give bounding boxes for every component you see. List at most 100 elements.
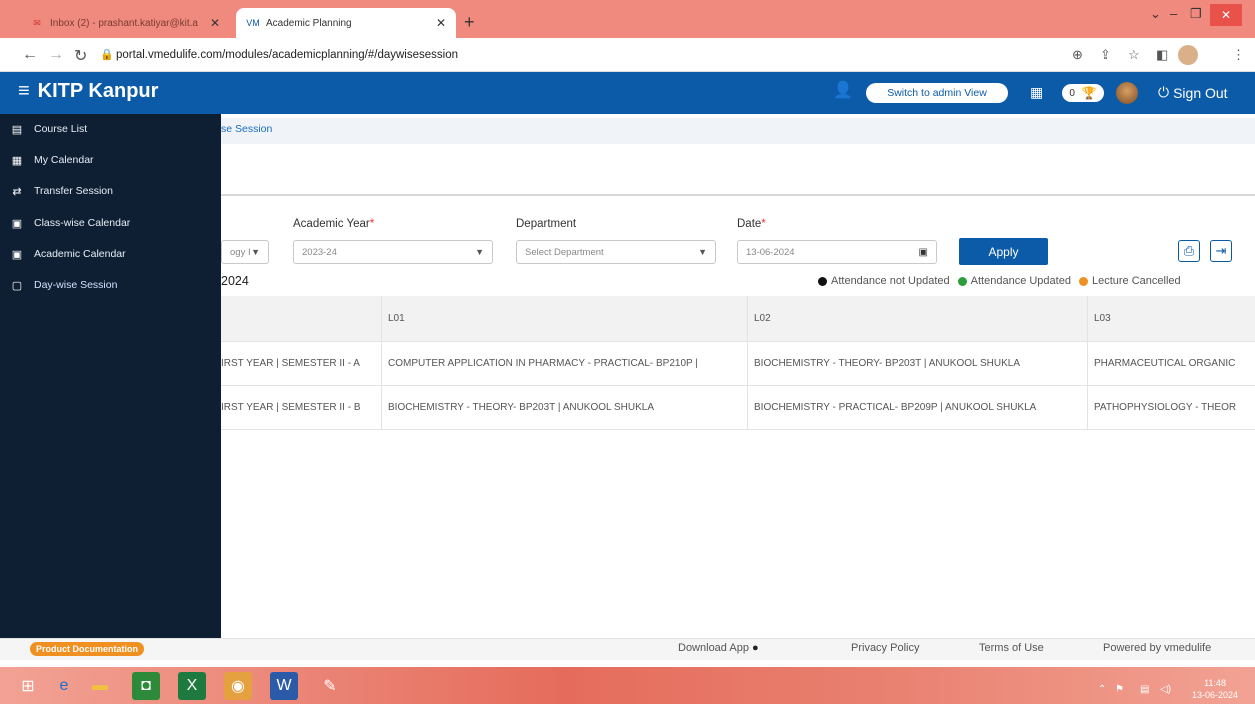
sidebar-item-academic-calendar[interactable]: ▣ Academic Calendar: [10, 243, 126, 265]
sign-out-label: Sign Out: [1173, 84, 1228, 101]
session-cell[interactable]: COMPUTER APPLICATION IN PHARMACY - PRACT…: [381, 342, 747, 385]
download-app-link[interactable]: Download App ●: [678, 642, 759, 654]
power-icon: ⏻: [1158, 84, 1170, 100]
internet-explorer-icon[interactable]: e: [50, 672, 78, 700]
class-cell: IRST YEAR | SEMESTER II - A: [221, 358, 360, 369]
date-heading: 2024: [221, 274, 249, 288]
minimize-button[interactable]: –: [1170, 6, 1177, 21]
tray-arrow-icon[interactable]: ⌃: [1098, 684, 1106, 695]
sign-out-button[interactable]: ⏻ Sign Out: [1158, 84, 1228, 101]
tab-inbox[interactable]: ✉ Inbox (2) - prashant.katiyar@kit.a ✕: [20, 8, 230, 38]
transfer-icon: ⇄: [12, 185, 22, 198]
calendar-icon: ▣: [11, 217, 23, 230]
sidebar-item-my-calendar[interactable]: ▦ My Calendar: [10, 149, 94, 171]
sidebar-item-label: Day-wise Session: [34, 279, 118, 291]
window-close-button[interactable]: ✕: [1210, 4, 1242, 26]
brand: ≡ KITP Kanpur: [18, 80, 158, 103]
tab-title: Academic Planning: [266, 17, 352, 29]
product-documentation-button[interactable]: Product Documentation: [30, 642, 145, 656]
date-input[interactable]: 13-06-2024 ▣: [737, 240, 937, 264]
back-icon[interactable]: ←: [22, 46, 38, 64]
powered-by-text[interactable]: Powered by vmedulife: [1103, 642, 1211, 654]
legend-updated: Attendance Updated: [970, 275, 1071, 287]
word-icon[interactable]: W: [270, 672, 298, 700]
restore-button[interactable]: ❐: [1190, 6, 1202, 22]
table-row: IRST YEAR | SEMESTER II - B BIOCHEMISTRY…: [221, 386, 1255, 430]
sidebar-item-day-wise-session[interactable]: ▢ Day-wise Session: [10, 274, 118, 296]
clock-time: 11:48: [1204, 678, 1226, 688]
print-icon[interactable]: ⎙: [1178, 240, 1200, 262]
column-header: L02: [747, 296, 1087, 341]
close-icon[interactable]: ✕: [436, 16, 446, 30]
trophy-count: 0: [1069, 87, 1075, 99]
chevron-down-icon: ▼: [251, 247, 260, 257]
sidebar-item-transfer-session[interactable]: ⇄ Transfer Session: [10, 180, 113, 202]
reload-icon[interactable]: ↻: [74, 46, 87, 66]
session-cell[interactable]: PHARMACEUTICAL ORGANIC: [1087, 342, 1255, 385]
department-label: Department: [516, 218, 577, 230]
file-explorer-icon[interactable]: ▬: [86, 672, 114, 700]
chevron-down-icon[interactable]: ⌄: [1150, 6, 1161, 22]
privacy-policy-link[interactable]: Privacy Policy: [851, 642, 919, 654]
paint-icon[interactable]: ✎: [316, 672, 344, 700]
sidebar-item-label: Academic Calendar: [34, 248, 126, 260]
session-cell[interactable]: BIOCHEMISTRY - PRACTICAL- BP209P | ANUKO…: [747, 386, 1087, 429]
sidebar-item-class-wise-calendar[interactable]: ▣ Class-wise Calendar: [10, 212, 131, 234]
windows-start-icon[interactable]: ⊞: [14, 672, 42, 700]
excel-icon[interactable]: X: [178, 672, 206, 700]
sidebar-item-label: Class-wise Calendar: [34, 217, 131, 229]
android-icon[interactable]: ●: [752, 642, 759, 654]
network-icon[interactable]: ▤: [1140, 684, 1149, 695]
terms-of-use-link[interactable]: Terms of Use: [979, 642, 1044, 654]
share-icon[interactable]: ⇪: [1100, 47, 1111, 63]
session-cell[interactable]: PATHOPHYSIOLOGY - THEOR: [1087, 386, 1255, 429]
profile-avatar[interactable]: [1178, 45, 1198, 65]
legend-dot-updated: [957, 276, 967, 286]
calendar-icon: ▦: [11, 154, 23, 167]
clock-date: 13-06-2024: [1192, 690, 1239, 700]
close-icon[interactable]: ✕: [210, 16, 220, 30]
export-icon[interactable]: ⇥: [1210, 240, 1232, 262]
tab-academic-planning[interactable]: VM Academic Planning ✕: [236, 8, 456, 38]
legend-dot-cancelled: [1078, 276, 1088, 286]
volume-icon[interactable]: ◁): [1160, 684, 1171, 695]
academic-year-select[interactable]: 2023-24 ▼: [293, 240, 493, 264]
breadcrumb: [221, 118, 1255, 144]
session-cell[interactable]: BIOCHEMISTRY - THEORY- BP203T | ANUKOOL …: [381, 386, 747, 429]
tab-title: Inbox (2) - prashant.katiyar@kit.a: [50, 17, 198, 29]
new-tab-button[interactable]: +: [464, 12, 475, 33]
department-select[interactable]: Select Department ▼: [516, 240, 716, 264]
sidebar-item-course-list[interactable]: ▤ Course List: [10, 118, 87, 140]
calendar-icon[interactable]: ▣: [919, 247, 928, 258]
calendar-day-icon: ▢: [11, 279, 23, 292]
trophy-badge[interactable]: 0 🏆: [1062, 84, 1104, 102]
clock[interactable]: 11:48 13-06-2024: [1192, 677, 1238, 701]
footer: [0, 638, 1255, 660]
zoom-icon[interactable]: ⊕: [1072, 47, 1083, 63]
store-icon[interactable]: ◘: [132, 672, 160, 700]
breadcrumb-current[interactable]: se Session: [221, 123, 272, 135]
table-row: IRST YEAR | SEMESTER II - A COMPUTER APP…: [221, 342, 1255, 386]
hamburger-menu-icon[interactable]: ≡: [18, 80, 30, 103]
class-cell: IRST YEAR | SEMESTER II - B: [221, 402, 361, 413]
vmedulife-icon: VM: [246, 18, 260, 28]
sidepanel-icon[interactable]: ◧: [1156, 47, 1168, 63]
star-icon[interactable]: ☆: [1128, 47, 1140, 63]
more-menu-icon[interactable]: ⋮: [1232, 47, 1245, 63]
apply-button[interactable]: Apply: [959, 238, 1048, 265]
switch-admin-view-button[interactable]: Switch to admin View: [866, 83, 1008, 103]
program-select[interactable]: ogy I ▼: [221, 240, 269, 264]
apps-grid-icon[interactable]: ▦: [1030, 84, 1043, 101]
program-value: ogy I: [230, 246, 251, 258]
session-cell[interactable]: BIOCHEMISTRY - THEORY- BP203T | ANUKOOL …: [747, 342, 1087, 385]
url-field[interactable]: portal.vmedulife.com/modules/academicpla…: [116, 49, 458, 61]
forward-icon[interactable]: →: [48, 46, 64, 64]
avatar[interactable]: [1116, 82, 1138, 104]
calendar-icon: ▣: [11, 248, 23, 261]
user-icon[interactable]: 👤: [833, 80, 855, 102]
lock-icon[interactable]: 🔒: [100, 48, 114, 61]
attendance-legend: Attendance not Updated Attendance Update…: [818, 275, 1181, 287]
chrome-icon[interactable]: ◉: [224, 672, 252, 700]
sidebar-item-label: Transfer Session: [34, 185, 113, 197]
tray-flag-icon[interactable]: ⚑: [1115, 684, 1124, 695]
